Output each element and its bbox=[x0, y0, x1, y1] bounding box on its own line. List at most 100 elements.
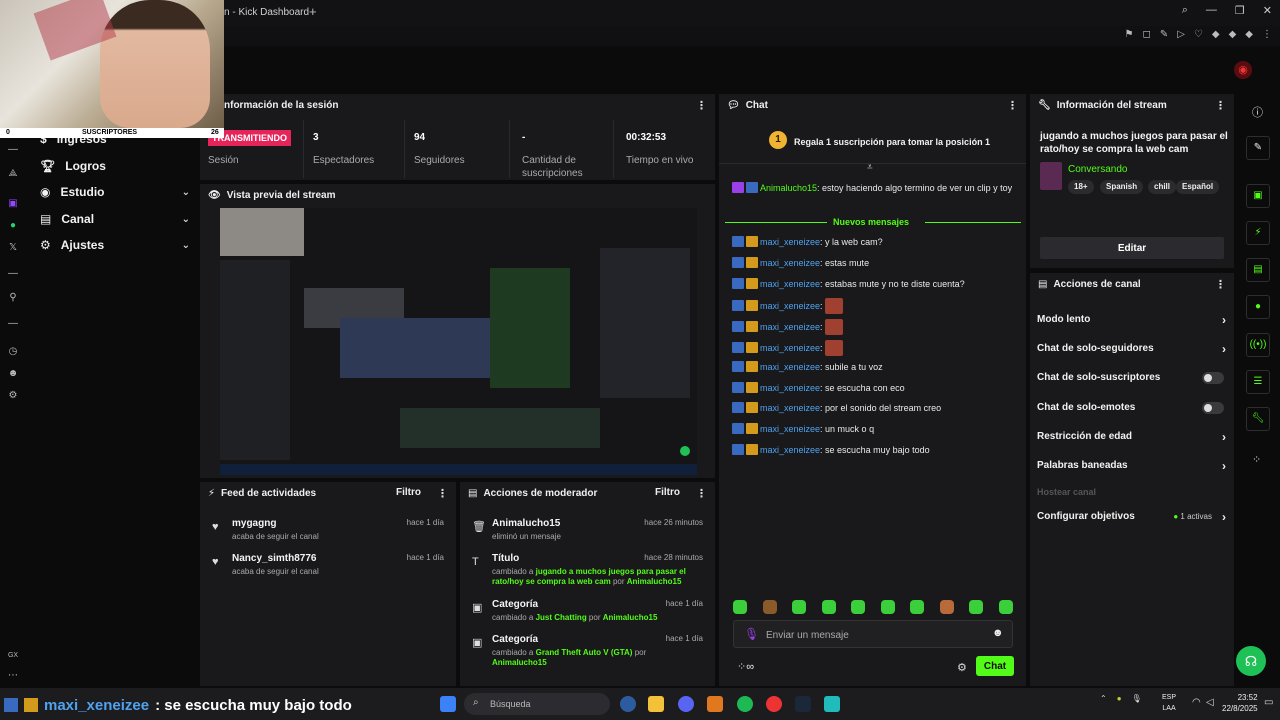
sidebar-item-canal[interactable]: ▤ Canal ⌄ bbox=[40, 209, 190, 229]
emote-icon[interactable] bbox=[998, 600, 1013, 614]
emote-icon[interactable] bbox=[851, 600, 866, 614]
chat-username[interactable]: maxi_xeneizee bbox=[760, 322, 820, 332]
emote-icon[interactable] bbox=[792, 600, 807, 614]
emote-icon[interactable] bbox=[969, 600, 984, 614]
close-icon[interactable]: ✕ bbox=[1263, 4, 1272, 17]
chat-username[interactable]: maxi_xeneizee bbox=[760, 424, 820, 434]
chat-send-button[interactable]: Chat bbox=[976, 656, 1014, 676]
action-followers-only[interactable]: Chat de solo-seguidores › bbox=[1037, 341, 1226, 357]
stream-video[interactable] bbox=[220, 208, 697, 475]
emoji-icon[interactable]: ☻ bbox=[992, 627, 1004, 639]
extension-icon[interactable]: ◻ bbox=[1143, 29, 1151, 40]
gx-icon[interactable]: GX bbox=[7, 650, 19, 662]
chat-username[interactable]: maxi_xeneizee bbox=[760, 343, 820, 353]
chat-username[interactable]: Animalucho15 bbox=[760, 183, 817, 193]
chat-username[interactable]: maxi_xeneizee bbox=[760, 383, 820, 393]
sidebar-item-logros[interactable]: 🏆︎ Logros bbox=[40, 156, 190, 176]
restore-icon[interactable]: ❐ bbox=[1235, 4, 1245, 17]
mic-icon[interactable]: 🎙︎ bbox=[744, 627, 759, 641]
kick-icon[interactable]: ⟁ bbox=[7, 168, 19, 180]
chat-username[interactable]: maxi_xeneizee bbox=[760, 445, 820, 455]
notifications-icon[interactable]: ▭ bbox=[1264, 697, 1273, 708]
action-age-restriction[interactable]: Restricción de edad › bbox=[1037, 429, 1226, 445]
more-icon[interactable]: ⋯ bbox=[7, 670, 19, 682]
app-icon[interactable] bbox=[620, 696, 636, 712]
twitch-icon[interactable]: ▣ bbox=[7, 198, 19, 210]
clock-icon[interactable]: ◷ bbox=[7, 346, 19, 358]
more-icon[interactable]: ⋮ bbox=[1007, 99, 1018, 112]
new-tab-button[interactable]: + bbox=[309, 3, 323, 21]
dash-icon[interactable]: — bbox=[7, 144, 19, 156]
gear-icon[interactable]: ⚙ bbox=[957, 661, 967, 674]
opera-icon[interactable] bbox=[766, 696, 782, 712]
spotify-icon[interactable] bbox=[737, 696, 753, 712]
stats-icon[interactable]: ⁘∞ bbox=[737, 660, 754, 673]
tool-icon[interactable]: ⚲ bbox=[7, 292, 19, 304]
chat-icon[interactable]: ● bbox=[1246, 295, 1270, 319]
support-button[interactable]: ☊ bbox=[1236, 646, 1266, 676]
share-icon[interactable]: ⁘ bbox=[1252, 453, 1261, 466]
chevron-up-icon[interactable]: ⌃ bbox=[1100, 694, 1107, 703]
mic-icon[interactable]: 🎙︎ bbox=[1132, 694, 1142, 703]
chat-username[interactable]: maxi_xeneizee bbox=[760, 237, 820, 247]
emote-icon[interactable] bbox=[910, 600, 925, 614]
chevron-down-icon[interactable]: ⩡ bbox=[867, 162, 873, 173]
wrench-icon[interactable]: 🔧︎ bbox=[1246, 407, 1270, 431]
emote-icon[interactable] bbox=[762, 600, 777, 614]
extension-icon[interactable]: ✎ bbox=[1160, 29, 1168, 40]
system-clock[interactable]: 23:52 22/8/2025 bbox=[1222, 692, 1258, 714]
extension-icon[interactable]: ◆ bbox=[1245, 29, 1253, 40]
gear-icon[interactable]: ⚙ bbox=[7, 390, 19, 402]
sidebar-item-estudio[interactable]: ◉ Estudio ⌄ bbox=[40, 182, 190, 202]
list-icon[interactable]: ☰ bbox=[1246, 370, 1270, 394]
dash-icon[interactable]: — bbox=[7, 268, 19, 280]
more-icon[interactable]: ⋮ bbox=[696, 99, 707, 112]
document-icon[interactable]: ▤ bbox=[1246, 258, 1270, 282]
bolt-icon[interactable]: ⚡︎ bbox=[1246, 221, 1270, 245]
sidebar-item-ajustes[interactable]: ⚙ Ajustes ⌄ bbox=[40, 235, 190, 255]
filter-button[interactable]: Filtro bbox=[396, 487, 421, 498]
emote-icon[interactable] bbox=[880, 600, 895, 614]
extension-icon[interactable]: ⚑ bbox=[1125, 29, 1134, 40]
language-indicator[interactable]: ESP LAA bbox=[1162, 692, 1176, 714]
chat-input[interactable] bbox=[766, 627, 986, 643]
more-icon[interactable]: ⋮ bbox=[696, 487, 707, 500]
emotes-only-toggle[interactable] bbox=[1202, 402, 1224, 414]
more-icon[interactable]: ⋮ bbox=[1215, 99, 1226, 112]
app-icon[interactable] bbox=[707, 696, 723, 712]
emote-icon[interactable] bbox=[821, 600, 836, 614]
taskbar-search[interactable]: Búsqueda bbox=[464, 693, 610, 715]
subscribers-only-toggle[interactable] bbox=[1202, 372, 1224, 384]
chat-username[interactable]: maxi_xeneizee bbox=[760, 279, 820, 289]
edit-stream-button[interactable]: Editar bbox=[1040, 237, 1224, 259]
discord-icon[interactable] bbox=[678, 696, 694, 712]
filter-button[interactable]: Filtro bbox=[655, 487, 680, 498]
broadcast-icon[interactable]: ((•)) bbox=[1246, 333, 1270, 357]
favorite-icon[interactable]: ♡ bbox=[1194, 29, 1203, 40]
emote-icon[interactable] bbox=[939, 600, 954, 614]
folder-icon[interactable] bbox=[648, 696, 664, 712]
extension-icon[interactable]: ◆ bbox=[1212, 29, 1220, 40]
action-goals[interactable]: Configurar objetivos ● 1 activas › bbox=[1037, 509, 1226, 525]
extension-icon[interactable]: ▷ bbox=[1177, 29, 1185, 40]
feed-user[interactable]: mygagng bbox=[232, 518, 276, 529]
app-icon[interactable] bbox=[824, 696, 840, 712]
wifi-icon[interactable]: ◠ bbox=[1192, 697, 1201, 708]
chat-username[interactable]: maxi_xeneizee bbox=[760, 403, 820, 413]
app-tray-icon[interactable]: ● bbox=[1117, 694, 1122, 703]
bot-icon[interactable]: ☻ bbox=[7, 368, 19, 380]
more-icon[interactable]: ⋮ bbox=[1215, 278, 1226, 291]
emote-icon[interactable] bbox=[733, 600, 747, 614]
x-icon[interactable]: 𝕏 bbox=[7, 242, 19, 254]
extension-icon[interactable]: ◆ bbox=[1229, 29, 1237, 40]
info-icon[interactable]: ⓘ bbox=[1252, 104, 1263, 120]
browser-menu-icon[interactable]: ⋮ bbox=[1262, 29, 1272, 40]
search-tabs-icon[interactable]: ⌕ bbox=[1182, 4, 1188, 17]
avatar[interactable]: ◉ bbox=[1234, 61, 1252, 79]
sub-gift-leaderboard[interactable]: 1 Regala 1 suscripción para tomar la pos… bbox=[719, 120, 1026, 164]
stream-category[interactable]: Conversando bbox=[1068, 164, 1127, 175]
more-icon[interactable]: ⋮ bbox=[437, 487, 448, 500]
new-messages-divider[interactable]: Nuevos mensajes bbox=[725, 217, 1021, 227]
action-slow-mode[interactable]: Modo lento › bbox=[1037, 312, 1226, 328]
chat-username[interactable]: maxi_xeneizee bbox=[760, 362, 820, 372]
